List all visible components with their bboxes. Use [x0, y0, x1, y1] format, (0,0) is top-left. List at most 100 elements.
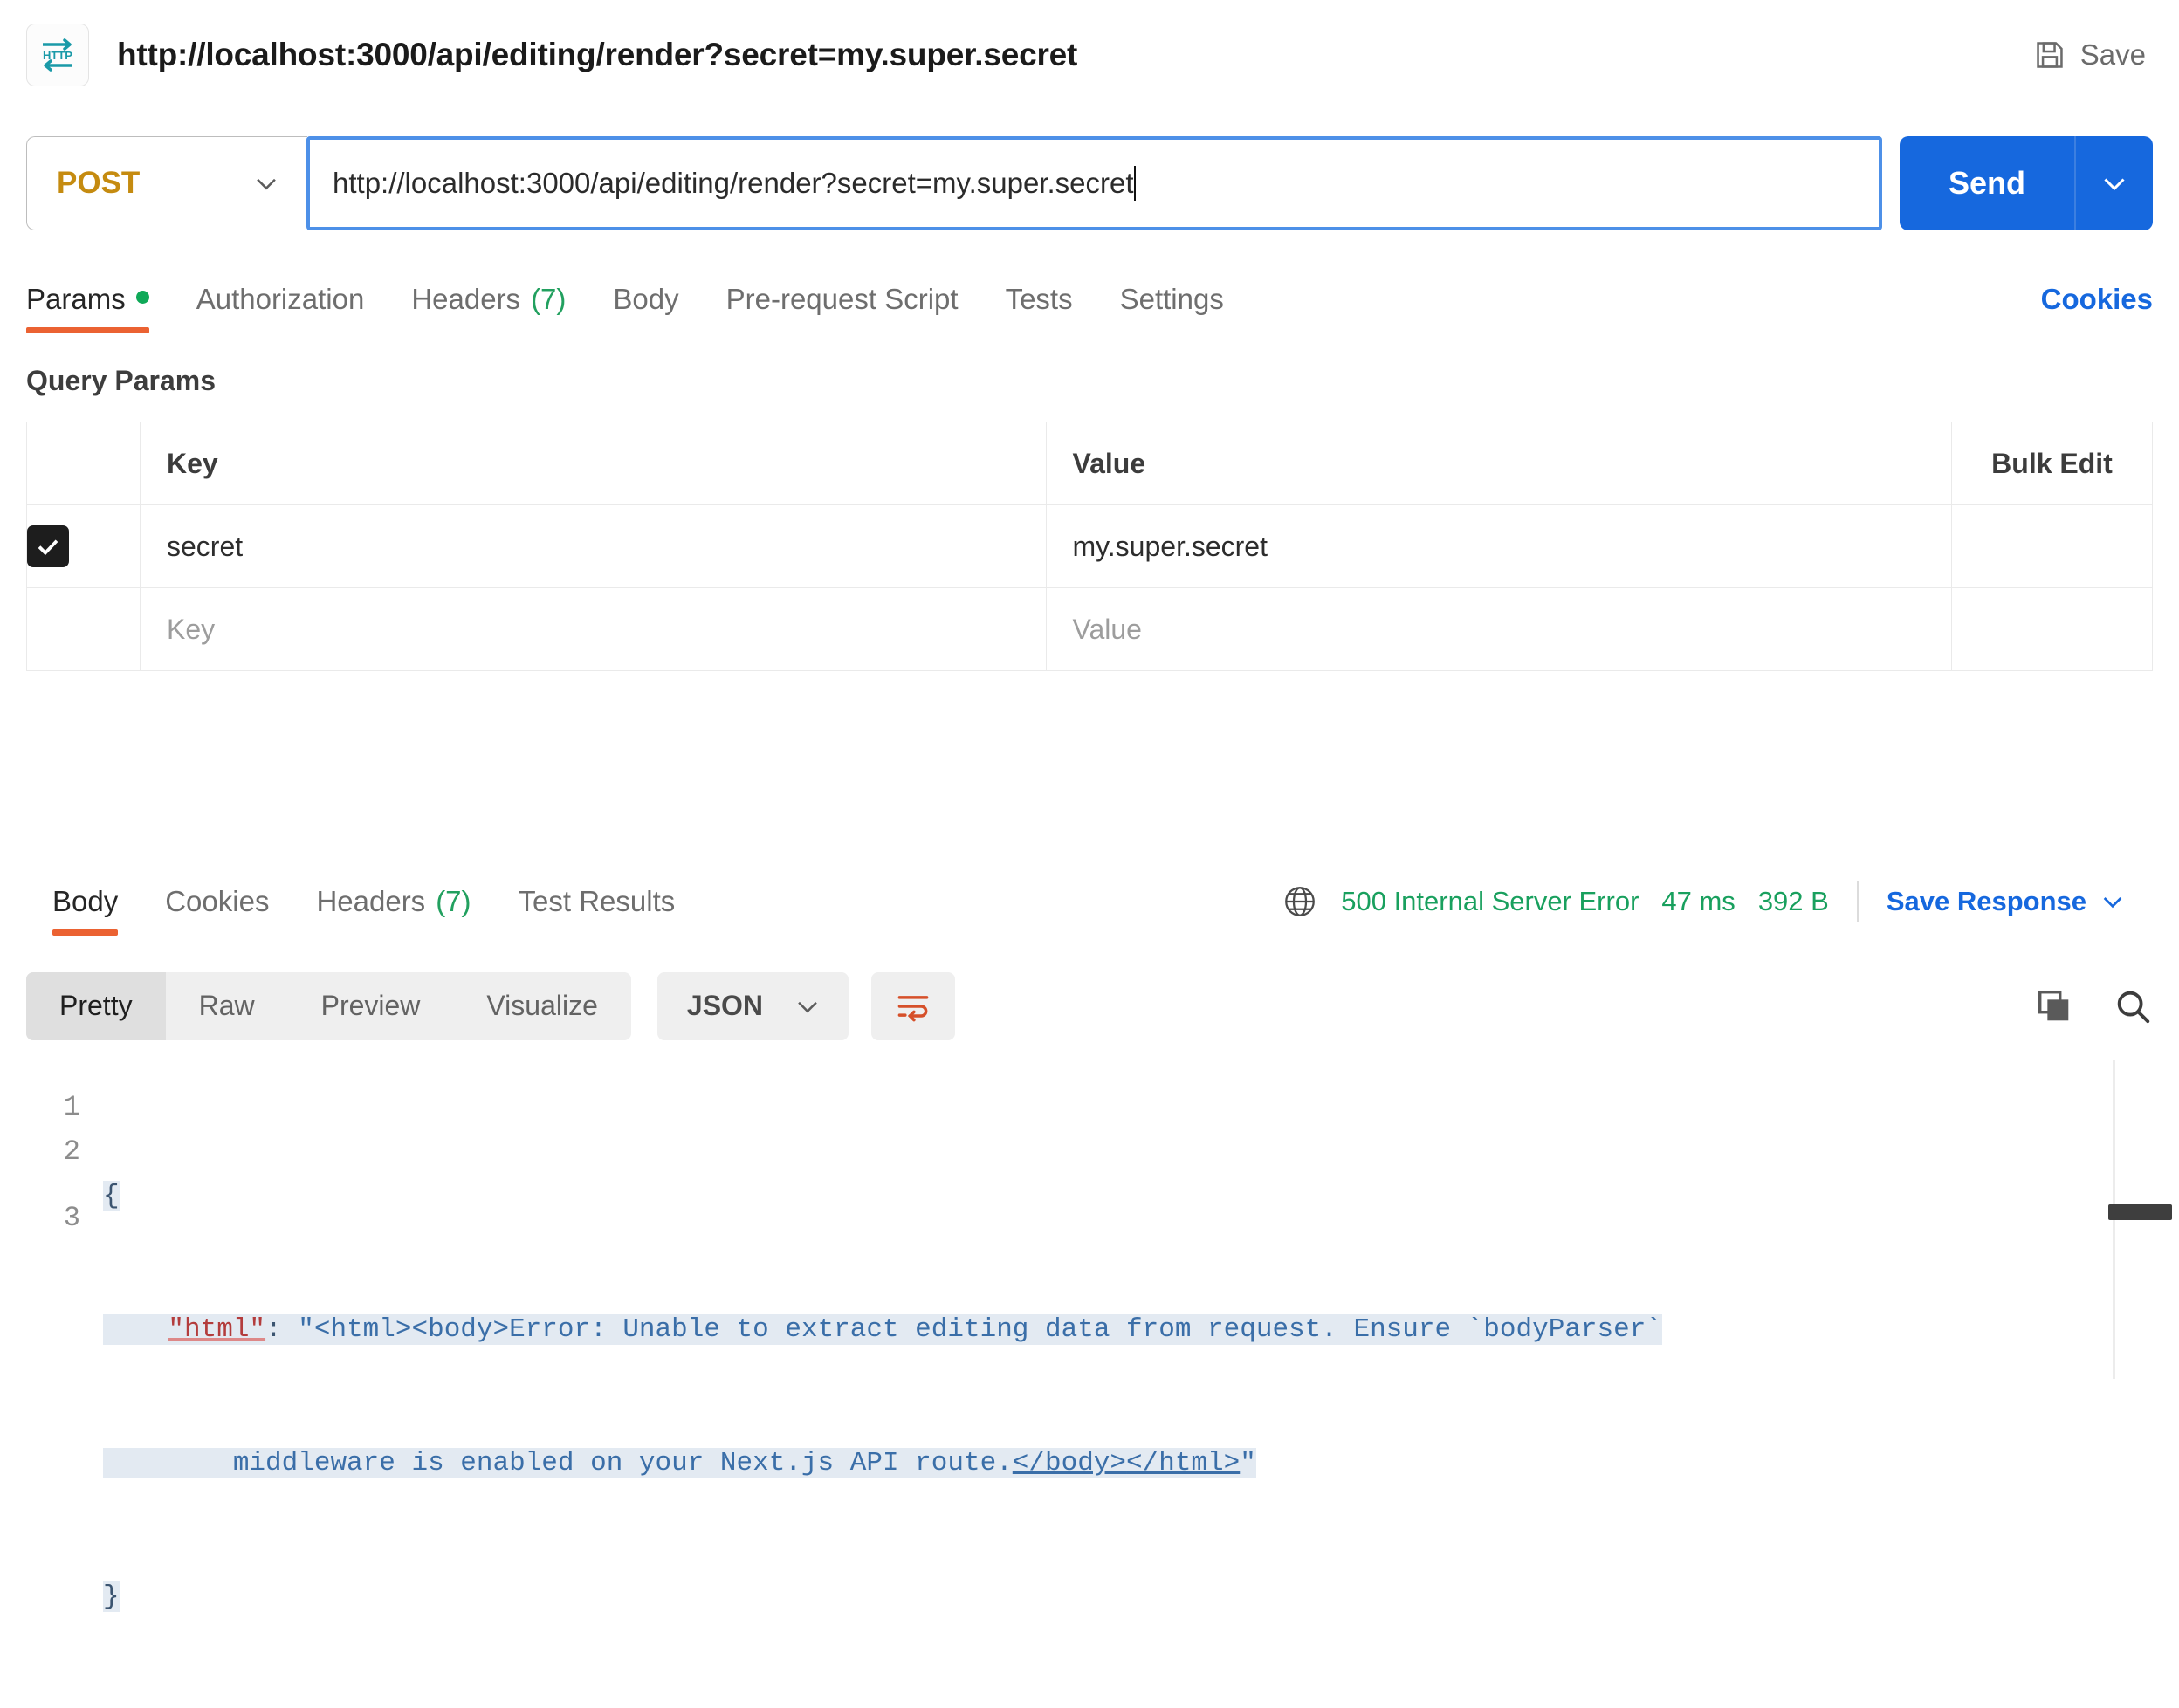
table-row: secret my.super.secret [27, 505, 2153, 588]
tab-headers[interactable]: Headers (7) [411, 283, 566, 333]
chevron-down-icon [2099, 888, 2127, 916]
send-button[interactable]: Send [1900, 136, 2074, 230]
tab-params-label: Params [26, 283, 126, 316]
checkmark-icon [35, 533, 61, 559]
response-tab-body-label: Body [52, 885, 118, 918]
http-method-select[interactable]: POST [26, 136, 307, 230]
json-string-part-2: middleware is enabled on your Next.js AP… [233, 1448, 1013, 1478]
line-number: 2 [0, 1129, 80, 1174]
empty-row-actions-cell [1952, 588, 2153, 671]
table-header-row: Key Value Bulk Edit [27, 422, 2153, 505]
response-status-group: 500 Internal Server Error 47 ms 392 B Sa… [1282, 881, 2127, 936]
line-number-gutter: 1 2 3 [0, 1060, 103, 1379]
empty-row-key-input[interactable]: Key [141, 588, 1047, 671]
copy-button[interactable] [2034, 986, 2074, 1026]
request-header: HTTP http://localhost:3000/api/editing/r… [0, 0, 2179, 110]
params-modified-dot-icon [136, 291, 149, 304]
response-body-code: 1 2 3 { "html": "<html><body>Error: Unab… [0, 1060, 2179, 1379]
code-line-2-wrap: middleware is enabled on your Next.js AP… [103, 1441, 2179, 1485]
page-title: http://localhost:3000/api/editing/render… [117, 37, 1077, 73]
line-number: 1 [0, 1085, 80, 1129]
response-tab-headers-label: Headers [316, 885, 425, 918]
row-checkbox[interactable] [27, 525, 69, 567]
url-input-value: http://localhost:3000/api/editing/render… [333, 167, 1134, 200]
search-button[interactable] [2113, 986, 2153, 1026]
http-method-label: POST [57, 166, 251, 201]
row-key-value[interactable]: secret [141, 505, 1047, 588]
view-mode-pretty[interactable]: Pretty [26, 972, 166, 1040]
tab-pre-request-script-label: Pre-request Script [726, 283, 959, 316]
divider [1857, 881, 1859, 922]
code-line-1: { [103, 1174, 2179, 1218]
floppy-disk-icon [2033, 38, 2066, 72]
empty-row-value-input[interactable]: Value [1046, 588, 1952, 671]
save-button-label: Save [2080, 38, 2146, 72]
chevron-down-icon [2099, 168, 2130, 199]
tab-pre-request-script[interactable]: Pre-request Script [726, 283, 959, 333]
view-mode-visualize[interactable]: Visualize [453, 972, 630, 1040]
tab-body[interactable]: Body [613, 283, 678, 333]
json-key: "html" [168, 1314, 265, 1345]
view-mode-raw[interactable]: Raw [166, 972, 288, 1040]
table-row: Key Value [27, 588, 2153, 671]
line-number: 3 [0, 1174, 80, 1263]
response-tab-cookies[interactable]: Cookies [165, 885, 269, 936]
chevron-down-icon [251, 168, 281, 198]
response-tab-bar: Body Cookies Headers (7) Test Results 50… [26, 873, 2153, 936]
json-string-html-tag: </html> [1126, 1448, 1240, 1478]
save-response-label: Save Response [1887, 886, 2086, 917]
tab-headers-count: (7) [531, 283, 566, 316]
search-icon [2113, 986, 2153, 1026]
response-tab-body[interactable]: Body [52, 885, 118, 936]
json-colon: : [265, 1314, 298, 1345]
tab-params[interactable]: Params [26, 283, 149, 333]
response-time: 47 ms [1661, 886, 1735, 917]
svg-text:HTTP: HTTP [43, 49, 72, 62]
view-mode-preview[interactable]: Preview [288, 972, 454, 1040]
row-checkbox-cell [27, 505, 141, 588]
cookies-link[interactable]: Cookies [2041, 283, 2153, 333]
bulk-edit-button[interactable]: Bulk Edit [1952, 422, 2153, 505]
tab-settings-label: Settings [1120, 283, 1224, 316]
tab-body-label: Body [613, 283, 678, 316]
response-size: 392 B [1758, 886, 1829, 917]
code-minimap-scrollbar[interactable] [2113, 1060, 2179, 1379]
http-protocol-badge: HTTP [26, 24, 89, 86]
response-format-select[interactable]: JSON [657, 972, 849, 1040]
code-line-1-text: { [103, 1181, 120, 1211]
key-column-header: Key [141, 422, 1047, 505]
word-wrap-button[interactable] [871, 972, 955, 1040]
save-button[interactable]: Save [2033, 38, 2153, 72]
response-format-label: JSON [687, 990, 763, 1022]
scrollbar-thumb[interactable] [2108, 1204, 2172, 1220]
row-value-value[interactable]: my.super.secret [1046, 505, 1952, 588]
http-icon: HTTP [38, 35, 78, 75]
send-options-button[interactable] [2074, 136, 2153, 230]
url-input[interactable]: http://localhost:3000/api/editing/render… [306, 136, 1882, 230]
response-tab-headers[interactable]: Headers (7) [316, 885, 471, 936]
query-params-table: Key Value Bulk Edit secret my.super.secr… [26, 422, 2153, 671]
tab-settings[interactable]: Settings [1120, 283, 1224, 333]
code-line-2: "html": "<html><body>Error: Unable to ex… [103, 1307, 2179, 1352]
chevron-down-icon [793, 991, 822, 1021]
query-params-title: Query Params [26, 365, 2179, 397]
response-view-mode-group: Pretty Raw Preview Visualize [26, 972, 631, 1040]
select-all-column-header [27, 422, 141, 505]
response-tab-cookies-label: Cookies [165, 885, 269, 918]
response-tab-test-results[interactable]: Test Results [519, 885, 676, 936]
tab-tests[interactable]: Tests [1006, 283, 1073, 333]
tab-authorization[interactable]: Authorization [196, 283, 365, 333]
json-string-end-quote: " [1240, 1448, 1256, 1478]
json-string-part-1: "<html><body>Error: Unable to extract ed… [298, 1314, 1662, 1345]
code-content[interactable]: { "html": "<html><body>Error: Unable to … [103, 1060, 2179, 1379]
response-tab-test-results-label: Test Results [519, 885, 676, 918]
copy-icon [2034, 986, 2074, 1026]
response-body-toolbar: Pretty Raw Preview Visualize JSON [0, 964, 2179, 1047]
send-button-group: Send [1900, 136, 2153, 230]
json-string-body-tag: </body> [1013, 1448, 1126, 1478]
text-caret [1134, 166, 1136, 201]
value-column-header: Value [1046, 422, 1952, 505]
save-response-button[interactable]: Save Response [1887, 886, 2127, 917]
response-tab-headers-count: (7) [436, 885, 471, 918]
tab-authorization-label: Authorization [196, 283, 365, 316]
